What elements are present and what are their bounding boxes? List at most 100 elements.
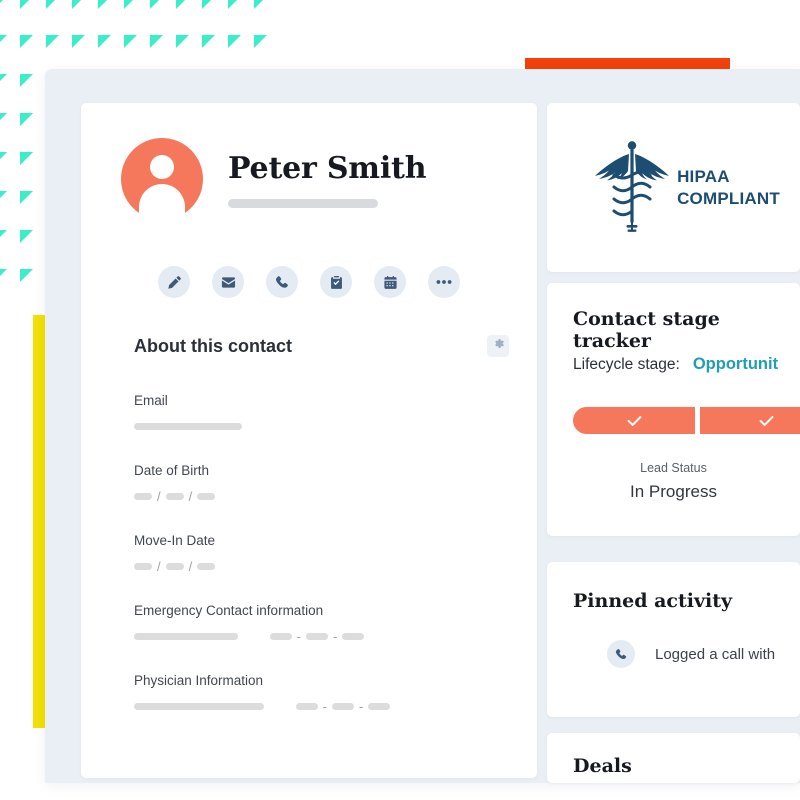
field-separator: / [157, 489, 161, 505]
triangle-decoration [46, 35, 59, 48]
triangle-decoration [228, 0, 241, 9]
edit-contact-button[interactable] [158, 266, 190, 298]
caduceus-icon [595, 137, 670, 238]
triangle-decoration [20, 152, 33, 165]
redacted-value-bar [134, 703, 264, 711]
more-actions-button[interactable] [428, 266, 460, 298]
contact-details-card: Peter Smith About this contact Email Dat… [81, 103, 537, 778]
hipaa-label: HIPAA COMPLIANT [677, 166, 780, 209]
triangle-decoration [202, 35, 215, 48]
about-field-value[interactable]: -- [134, 629, 504, 645]
pencil-square-icon [167, 275, 182, 290]
check-icon [759, 415, 774, 427]
avatar-head-shape [150, 155, 174, 179]
field-gap [252, 630, 256, 643]
about-field: Date of Birth / / [134, 463, 504, 505]
call-contact-button[interactable] [266, 266, 298, 298]
field-separator: - [296, 629, 301, 645]
triangle-decoration [202, 0, 215, 9]
lifecycle-stage-label: Lifecycle stage: [573, 356, 680, 373]
about-field: Move-In Date / / [134, 533, 504, 575]
lifecycle-stage-value[interactable]: Opportunit [693, 355, 778, 374]
about-field: Email [134, 393, 504, 435]
triangle-decoration [0, 113, 7, 126]
about-field-value[interactable]: -- [134, 699, 504, 715]
email-contact-button[interactable] [212, 266, 244, 298]
stage-progress-bar [573, 407, 800, 434]
field-separator: / [188, 559, 193, 575]
triangle-decoration [98, 0, 111, 9]
screenshot-root: Peter Smith About this contact Email Dat… [0, 0, 800, 800]
contact-name-block: Peter Smith [228, 150, 427, 208]
about-field-label: Emergency Contact information [134, 603, 324, 618]
redacted-value-bar [295, 703, 318, 711]
field-separator: / [157, 559, 161, 575]
pinned-activity-title: Pinned activity [573, 590, 733, 612]
contact-action-buttons [158, 266, 460, 298]
triangle-decoration [254, 0, 267, 9]
task-contact-button[interactable] [320, 266, 352, 298]
about-field-value[interactable] [134, 419, 504, 435]
redacted-value-bar [165, 493, 184, 501]
triangle-decoration [20, 74, 33, 87]
triangle-decoration [0, 35, 7, 48]
hipaa-badge: HIPAA COMPLIANT [547, 103, 800, 272]
contact-header: Peter Smith [121, 138, 427, 224]
triangle-decoration [0, 269, 7, 282]
hipaa-line-1: HIPAA [677, 167, 730, 187]
redacted-value-bar [368, 703, 391, 711]
triangle-decoration [0, 0, 7, 9]
contact-stage-tracker-card: Contact stage tracker Lifecycle stage: O… [547, 283, 800, 536]
about-field-label: Move-In Date [134, 533, 216, 548]
triangle-decoration [20, 113, 33, 126]
triangle-decoration [20, 152, 33, 165]
lead-status-block: Lead Status In Progress [547, 461, 800, 502]
about-section-header: About this contact [89, 335, 529, 357]
triangle-decoration [0, 191, 7, 204]
hipaa-compliant-card: HIPAA COMPLIANT [547, 103, 800, 272]
about-field-value[interactable]: / / [134, 559, 504, 575]
about-field-label: Date of Birth [134, 463, 210, 478]
pinned-activity-card: Pinned activity Logged a call with [547, 562, 800, 717]
field-separator: / [188, 489, 193, 505]
triangle-decoration [98, 35, 111, 48]
gear-icon [492, 337, 505, 355]
redacted-value-bar [342, 633, 365, 641]
phone-icon [275, 275, 290, 290]
triangle-decoration [20, 35, 33, 48]
triangle-decoration [46, 0, 59, 9]
contact-subtitle-placeholder-bar [228, 198, 378, 208]
about-field: Emergency Contact information -- [134, 603, 504, 645]
about-field-list: Email Date of Birth / / Move-In Date / / Emerge… [134, 393, 504, 743]
redacted-value-bar [165, 563, 184, 571]
redacted-value-bar [134, 563, 152, 571]
field-separator: - [322, 699, 327, 715]
lead-status-label: Lead Status [640, 461, 707, 475]
redacted-value-bar [134, 423, 242, 431]
about-settings-button[interactable] [487, 335, 509, 357]
lead-status-value: In Progress [630, 482, 717, 501]
page-title: Peter Smith [228, 150, 427, 186]
tracker-title: Contact stage tracker [573, 308, 720, 352]
lifecycle-stage-row: Lifecycle stage: Opportunit [573, 355, 778, 374]
schedule-meeting-button[interactable] [374, 266, 406, 298]
avatar-body-shape [139, 184, 185, 224]
triangle-decoration [72, 0, 85, 9]
about-section-title: About this contact [134, 335, 292, 356]
pinned-activity-item[interactable]: Logged a call with [607, 640, 775, 668]
calendar-icon [383, 275, 398, 290]
triangle-decoration [254, 35, 267, 48]
triangle-decoration [176, 0, 189, 9]
stage-segment-completed-1[interactable] [573, 407, 695, 434]
triangle-decoration [0, 74, 7, 87]
field-separator: - [358, 699, 364, 715]
redacted-value-bar [305, 633, 328, 641]
triangle-decoration [0, 230, 7, 243]
ellipsis-icon [436, 279, 452, 285]
triangle-decoration [72, 35, 85, 48]
pinned-activity-text: Logged a call with [655, 645, 776, 663]
about-field-value[interactable]: / / [134, 489, 504, 505]
triangle-decoration [228, 35, 241, 48]
redacted-value-bar [197, 493, 216, 501]
stage-segment-completed-2[interactable] [700, 407, 800, 434]
